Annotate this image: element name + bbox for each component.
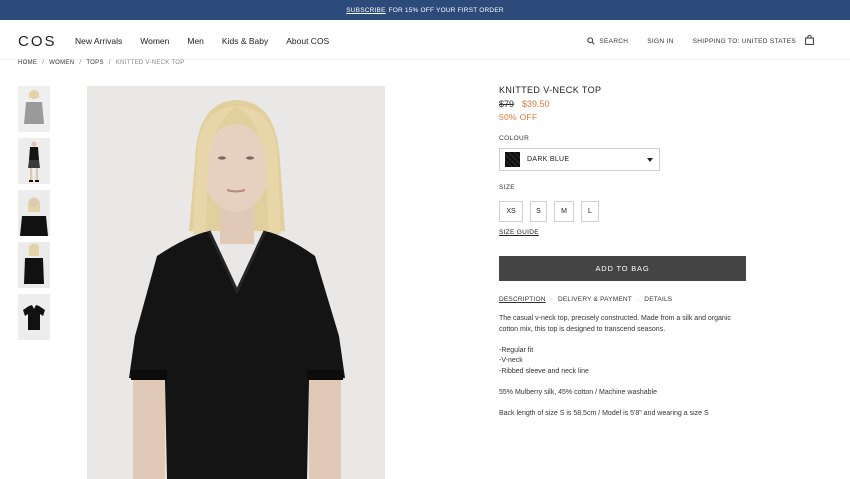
nav-men[interactable]: Men [187,36,204,46]
promo-text: FOR 15% OFF YOUR FIRST ORDER [388,6,504,14]
breadcrumb-separator: / [79,60,82,66]
tab-separator: · [550,296,553,303]
sign-in-link[interactable]: SIGN IN [647,38,673,45]
size-option-l[interactable]: L [581,201,599,222]
logo[interactable]: COS [18,33,57,50]
product-description: The casual v-neck top, precisely constru… [499,314,749,430]
nav-about[interactable]: About COS [286,36,329,46]
feature-item: -V-neck [499,357,523,364]
colour-swatch [505,152,520,167]
composition-text: 55% Mulberry silk, 45% cotton / Machine … [499,388,657,396]
info-tabs: DESCRIPTION · DELIVERY & PAYMENT · DETAI… [499,296,672,303]
size-option-s[interactable]: S [530,201,547,222]
size-option-xs[interactable]: XS [499,201,523,222]
sale-price: $39.50 [522,99,550,109]
feature-item: -Ribbed sleeve and neck line [499,367,589,375]
breadcrumb-women[interactable]: WOMEN [49,60,74,66]
breadcrumb-tops[interactable]: TOPS [86,60,103,66]
thumbnail-full-body[interactable] [18,138,50,184]
breadcrumb-separator: / [108,60,111,66]
tab-description[interactable]: DESCRIPTION [499,296,546,303]
search-icon [587,37,596,45]
thumbnail-model-front[interactable] [18,86,50,132]
search-label: SEARCH [599,37,629,45]
site-header: COS New Arrivals Women Men Kids & Baby A… [0,20,850,60]
product-main-image[interactable] [87,86,385,479]
promo-bar: SUBSCRIBE FOR 15% OFF YOUR FIRST ORDER [0,0,850,20]
breadcrumb: HOME / WOMEN / TOPS / KNITTED V-NECK TOP [18,60,185,66]
tab-delivery-payment[interactable]: DELIVERY & PAYMENT [558,296,632,303]
chevron-down-icon [647,158,653,162]
nav-new-arrivals[interactable]: New Arrivals [75,36,122,46]
bag-icon[interactable] [805,35,814,45]
nav-kids-baby[interactable]: Kids & Baby [222,36,268,46]
size-option-m[interactable]: M [554,201,574,222]
size-selector: XS S M L [499,201,599,222]
colour-dropdown[interactable]: DARK BLUE [499,148,660,171]
original-price: $79 [499,99,515,109]
colour-label: COLOUR [499,135,530,142]
main-nav: New Arrivals Women Men Kids & Baby About… [75,36,329,46]
add-to-bag-button[interactable]: ADD TO BAG [499,256,746,281]
thumbnail-list [18,86,50,346]
colour-value: DARK BLUE [527,156,570,163]
price-block: $79 $39.50 [499,99,759,109]
feature-item: -Regular fit [499,346,534,354]
description-text: The casual v-neck top, precisely constru… [499,315,731,333]
product-info: KNITTED V-NECK TOP $79 $39.50 50% OFF CO… [499,85,759,417]
product-title: KNITTED V-NECK TOP [499,85,602,95]
feature-list: -Regular fit -V-neck -Ribbed sleeve and … [499,346,749,378]
breadcrumb-separator: / [42,60,45,66]
search-button[interactable]: SEARCH [587,37,628,45]
thumbnail-model-closeup[interactable] [18,190,50,236]
breadcrumb-current: KNITTED V-NECK TOP [115,60,185,66]
size-guide-link[interactable]: SIZE GUIDE [499,229,539,236]
tab-separator: · [636,296,640,303]
subscribe-link[interactable]: SUBSCRIBE [346,7,385,14]
utility-nav: SEARCH SIGN IN SHIPPING TO: UNITED STATE… [587,35,850,45]
thumbnail-model-back[interactable] [18,242,50,288]
breadcrumb-home[interactable]: HOME [18,60,37,66]
nav-women[interactable]: Women [140,36,169,46]
size-label: SIZE [499,184,516,191]
thumbnail-flat-lay[interactable] [18,294,50,340]
tab-details[interactable]: DETAILS [644,296,672,303]
measurement-text: Back length of size S is 58.5cm / Model … [499,409,709,417]
discount-label: 50% OFF [499,112,538,122]
shipping-selector[interactable]: SHIPPING TO: UNITED STATES [693,38,796,45]
